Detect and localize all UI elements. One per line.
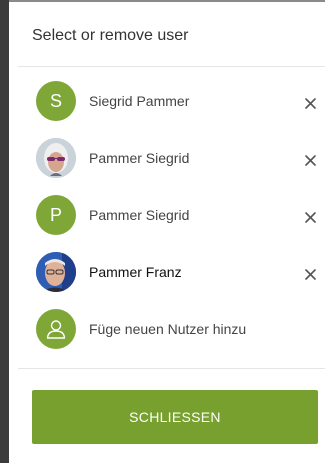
background-panel-edge	[0, 0, 9, 463]
user-name: Pammer Franz	[89, 264, 182, 280]
avatar-letter-s: S	[36, 81, 76, 121]
add-user-avatar	[36, 309, 76, 349]
woman-sunglasses-portrait-icon	[36, 138, 76, 178]
man-glasses-portrait-icon	[36, 252, 76, 292]
user-row-pammer-siegrid-photo[interactable]: Pammer Siegrid	[18, 130, 325, 187]
close-icon	[304, 97, 316, 109]
divider-top	[18, 66, 325, 67]
user-list: S Siegrid Pammer Pammer Siegrid P Pammer…	[18, 73, 325, 358]
avatar-photo-woman	[36, 138, 76, 178]
close-icon	[304, 211, 316, 223]
user-row-pammer-siegrid-letter[interactable]: P Pammer Siegrid	[18, 187, 325, 244]
screen: Select or remove user S Siegrid Pammer P…	[0, 0, 325, 463]
user-name: Pammer Siegrid	[89, 207, 190, 223]
close-icon	[304, 268, 316, 280]
avatar-photo-man	[36, 252, 76, 292]
divider-bottom	[18, 368, 325, 369]
close-dialog-button[interactable]: SCHLIESSEN	[32, 390, 318, 444]
avatar-initial: P	[49, 204, 62, 225]
add-user-label: Füge neuen Nutzer hinzu	[89, 321, 247, 337]
user-name: Pammer Siegrid	[89, 150, 190, 166]
dialog-title: Select or remove user	[32, 27, 189, 44]
add-user-row[interactable]: Füge neuen Nutzer hinzu	[18, 301, 325, 358]
remove-user-button[interactable]	[299, 149, 321, 171]
remove-user-button[interactable]	[299, 206, 321, 228]
remove-user-button[interactable]	[299, 263, 321, 285]
user-name: Siegrid Pammer	[89, 93, 190, 109]
user-select-dialog: Select or remove user S Siegrid Pammer P…	[18, 6, 325, 463]
avatar-initial: S	[49, 90, 62, 111]
background-panel-top-edge	[9, 0, 325, 2]
remove-user-button[interactable]	[299, 92, 321, 114]
user-outline-icon	[46, 320, 66, 339]
close-icon	[304, 154, 316, 166]
avatar-letter-p: P	[36, 195, 76, 235]
user-row-siegrid-pammer[interactable]: S Siegrid Pammer	[18, 73, 325, 130]
user-row-pammer-franz[interactable]: Pammer Franz	[18, 244, 325, 301]
